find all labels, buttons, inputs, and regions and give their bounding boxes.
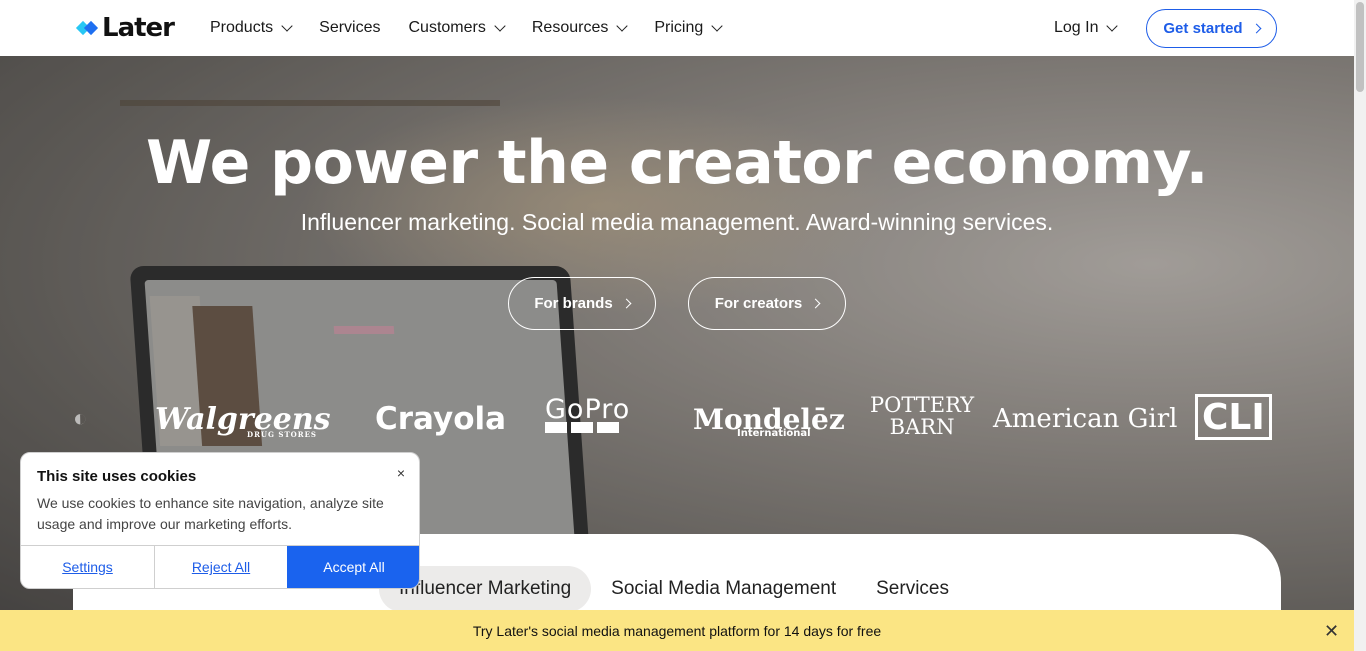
cli-text: CLI [1202,396,1265,438]
chevron-right-icon [1251,23,1262,34]
nav-label: Services [319,19,381,36]
login-menu[interactable]: Log In [1054,0,1119,56]
nav-menu: Products Services Customers Resources Pr… [210,0,749,56]
gopro-logo: GoPro [545,394,630,444]
page-scrollbar[interactable] [1354,0,1366,651]
american-girl-text: American Girl [993,404,1178,434]
later-logo[interactable]: Later [75,13,175,43]
customer-logos: ◐ Walgreens DRUG STORES Crayola GoPro Mon… [73,394,1280,444]
cookie-title: This site uses cookies [37,468,197,485]
chevron-down-icon [1106,19,1119,32]
scrollbar-thumb[interactable] [1356,2,1364,92]
cookie-settings-button[interactable]: Settings [21,546,155,588]
reject-all-button[interactable]: Reject All [155,546,287,588]
tab-services[interactable]: Services [856,566,969,612]
login-label: Log In [1054,19,1099,36]
accept-all-button[interactable]: Accept All [287,546,419,588]
nav-label: Resources [531,19,609,36]
solutions-tabs: Influencer Marketing Social Media Manage… [379,566,969,612]
nav-label: Products [210,19,274,36]
barn-text: BARN [889,415,955,439]
top-nav: Later Products Services Customers Resour… [0,0,1354,56]
cli-logo: CLI [1195,394,1272,440]
for-brands-label: For brands [534,295,613,312]
for-brands-button[interactable]: For brands [508,277,656,330]
later-logo-icon [75,20,99,36]
nav-label: Pricing [654,19,704,36]
close-icon[interactable]: × [397,465,405,481]
partial-logo: ◐ [73,405,88,432]
chevron-down-icon [616,19,629,32]
crayola-text: Crayola [375,401,507,437]
american-girl-logo: American Girl [993,394,1177,444]
nav-resources[interactable]: Resources [531,19,629,37]
get-started-label: Get started [1163,20,1243,37]
promo-banner: Try Later's social media management plat… [0,610,1354,651]
logo-text: Later [102,13,175,43]
hero-title: We power the creator economy. [146,128,1208,198]
close-icon[interactable]: ✕ [1324,621,1339,642]
mondelez-logo: Mondelēz International [693,394,845,444]
tab-social-media-management[interactable]: Social Media Management [591,566,856,612]
nav-pricing[interactable]: Pricing [654,19,723,37]
nav-label: Customers [408,19,486,36]
chevron-down-icon [711,19,723,32]
for-creators-label: For creators [714,295,803,312]
pottery-barn-logo: POTTERY BARN [870,394,974,444]
cookie-buttons: Settings Reject All Accept All [21,545,419,588]
crayola-logo: Crayola [375,394,506,444]
cookie-dialog: This site uses cookies × We use cookies … [20,452,420,589]
pottery-text: POTTERY [870,393,975,417]
chevron-down-icon [494,19,506,32]
promo-text[interactable]: Try Later's social media management plat… [473,623,881,639]
cookie-text: We use cookies to enhance site navigatio… [37,495,384,532]
walgreens-logo: Walgreens DRUG STORES [155,394,331,444]
get-started-button[interactable]: Get started [1146,9,1277,48]
nav-products[interactable]: Products [210,19,293,37]
gopro-text: GoPro [545,394,631,425]
nav-services[interactable]: Services [319,19,380,37]
hero-subtitle: Influencer marketing. Social media manag… [300,209,1054,235]
for-creators-button[interactable]: For creators [688,277,846,330]
nav-customers[interactable]: Customers [408,19,506,37]
mondelez-subtext: International [737,428,811,439]
chevron-down-icon [281,19,293,32]
chevron-right-icon [621,298,632,309]
chevron-right-icon [810,298,821,309]
walgreens-subtext: DRUG STORES [247,430,317,439]
